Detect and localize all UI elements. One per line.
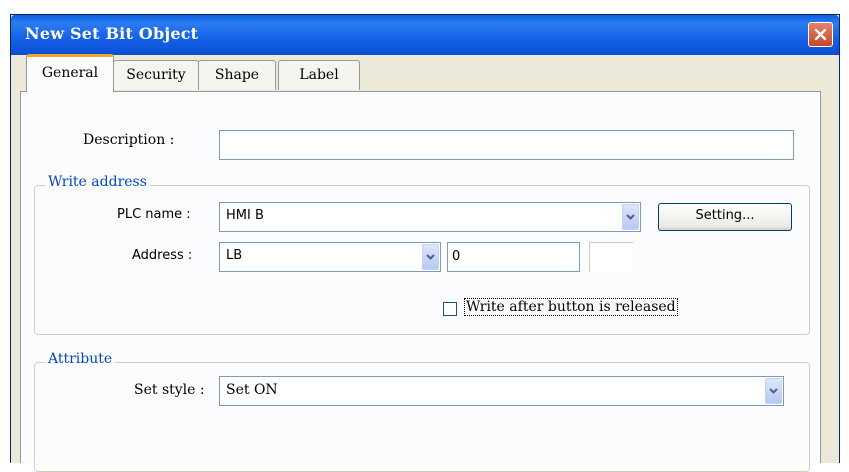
setting-button[interactable]: Setting...: [658, 203, 792, 231]
tab-label[interactable]: Label: [278, 60, 360, 90]
chevron-down-icon: [426, 254, 435, 260]
set-style-dropdown-button[interactable]: [765, 378, 782, 404]
address-type-dropdown[interactable]: LB: [219, 242, 441, 272]
plc-name-label: PLC name :: [117, 207, 191, 222]
write-after-release-label[interactable]: Write after button is released: [464, 298, 678, 316]
tab-shape[interactable]: Shape: [198, 60, 276, 90]
address-label: Address :: [132, 248, 193, 263]
write-address-group-title: Write address: [45, 174, 150, 190]
address-value-input[interactable]: 0: [447, 242, 580, 272]
description-input[interactable]: [219, 130, 794, 160]
set-style-label: Set style :: [134, 382, 205, 398]
chevron-down-icon: [769, 388, 778, 394]
set-style-dropdown[interactable]: Set ON: [219, 376, 784, 406]
tab-general[interactable]: General: [26, 54, 114, 92]
address-type-dropdown-button[interactable]: [422, 244, 439, 270]
window-title: New Set Bit Object: [25, 24, 199, 43]
close-button[interactable]: [808, 22, 833, 47]
description-label: Description :: [83, 132, 175, 148]
plc-name-dropdown[interactable]: HMI B: [219, 202, 641, 232]
address-extra-field: [589, 242, 633, 272]
close-icon: [814, 28, 827, 41]
plc-name-dropdown-button[interactable]: [622, 204, 639, 230]
chevron-down-icon: [626, 214, 635, 220]
attribute-group-title: Attribute: [45, 351, 116, 367]
general-tab-panel: Description : Write address PLC name : H…: [20, 91, 821, 472]
title-bar[interactable]: New Set Bit Object: [11, 15, 839, 55]
write-after-release-checkbox[interactable]: [443, 302, 457, 316]
tab-security[interactable]: Security: [113, 60, 199, 90]
